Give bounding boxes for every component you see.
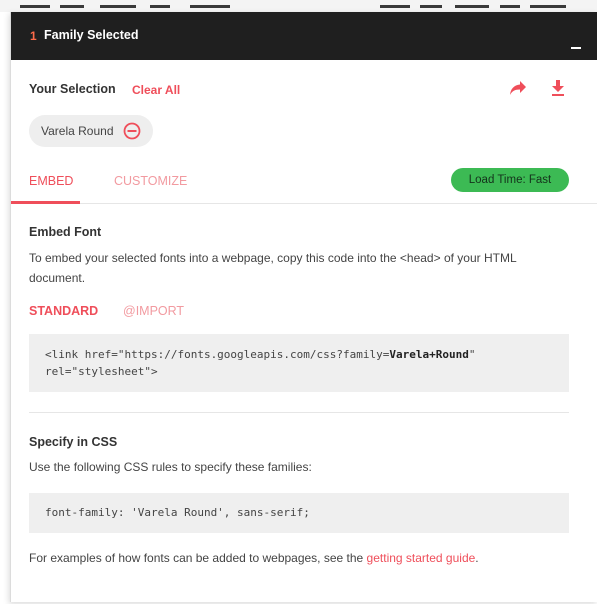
footer-text: For examples of how fonts can be added t… [29,551,367,565]
section-divider [29,412,569,413]
toolbar-dash [100,5,136,8]
code-family: Varela+Round [389,348,469,361]
toolbar-dash [420,5,442,8]
background-toolbar [0,0,597,12]
chip-font-name: Varela Round [41,124,114,138]
code-prefix: <link href="https://fonts.googleapis.com… [45,348,390,361]
active-tab-indicator [11,201,80,204]
toolbar-dash [380,5,410,8]
drawer-title: Family Selected [44,28,139,42]
subtab-import[interactable]: @IMPORT [123,304,184,318]
toolbar-dash [20,5,50,8]
tab-customize[interactable]: CUSTOMIZE [114,174,187,188]
toolbar-dash [455,5,489,8]
family-count: 1 [30,29,37,43]
footer-end: . [475,551,479,565]
embed-code-block[interactable]: <link href="https://fonts.googleapis.com… [29,334,569,392]
css-description: Use the following CSS rules to specify t… [29,460,312,474]
footer-note: For examples of how fonts can be added t… [29,551,479,565]
font-chip: Varela Round [29,115,153,147]
drawer-header[interactable]: 1 Family Selected [11,12,597,60]
toolbar-dash [500,5,520,8]
minimize-icon[interactable] [564,30,588,54]
css-code-block[interactable]: font-family: 'Varela Round', sans-serif; [29,493,569,533]
embed-heading: Embed Font [29,225,102,239]
toolbar-dash [530,5,566,8]
toolbar-dash [150,5,170,8]
selection-drawer: 1 Family Selected Your Selection Clear A… [10,12,597,602]
toolbar-dash [60,5,84,8]
toolbar-dash [190,5,230,8]
tab-embed[interactable]: EMBED [29,174,73,188]
clear-all-button[interactable]: Clear All [132,83,180,97]
selection-label: Your Selection [29,82,116,96]
share-arrow-icon[interactable] [509,80,527,96]
remove-circle-icon[interactable] [123,122,141,140]
subtab-standard[interactable]: STANDARD [29,304,98,318]
embed-description: To embed your selected fonts into a webp… [29,251,517,285]
css-heading: Specify in CSS [29,435,118,449]
getting-started-link[interactable]: getting started guide [367,551,476,565]
load-time-badge: Load Time: Fast [451,168,569,192]
download-icon[interactable] [550,79,566,97]
